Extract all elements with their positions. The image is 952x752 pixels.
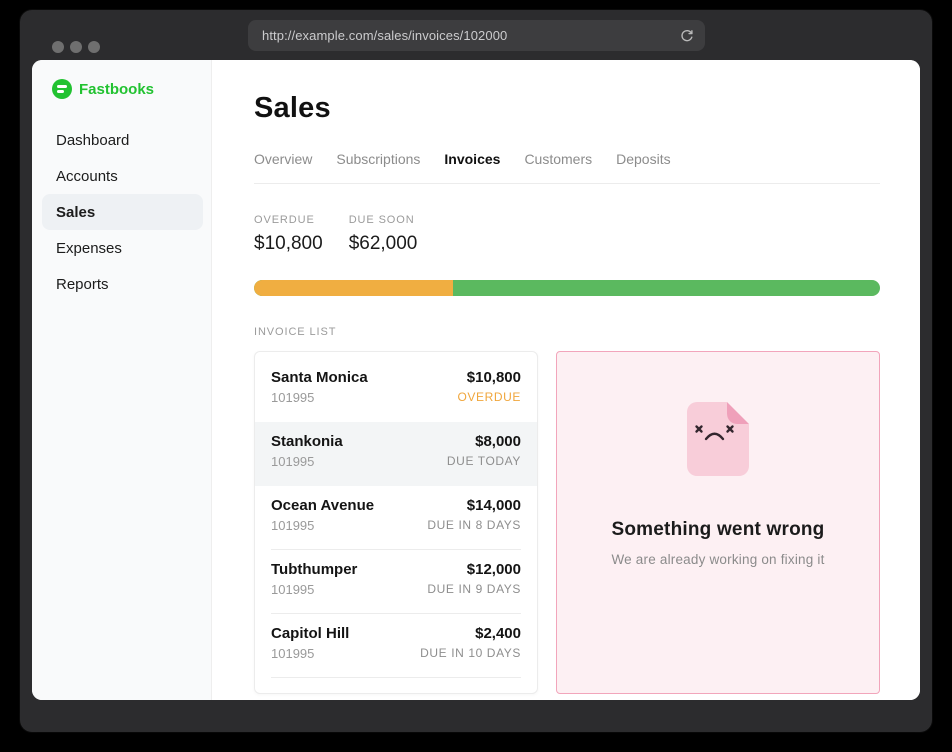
sad-document-icon [687, 402, 749, 476]
invoice-status: DUE IN 9 DAYS [427, 582, 521, 596]
invoice-amount: $10,800 [457, 369, 521, 386]
stat-label: DUE SOON [349, 214, 418, 226]
sidebar-item-accounts[interactable]: Accounts [42, 158, 203, 194]
invoice-number: 101995 [271, 518, 374, 533]
tab-bar: Overview Subscriptions Invoices Customer… [254, 151, 880, 184]
sidebar-item-label: Dashboard [56, 132, 129, 149]
reload-icon[interactable] [679, 28, 695, 44]
app-panel: Fastbooks Dashboard Accounts Sales Expen… [32, 60, 920, 700]
error-subtitle: We are already working on fixing it [557, 552, 879, 567]
url-text[interactable]: http://example.com/sales/invoices/102000 [262, 28, 679, 43]
invoice-row[interactable]: Santa Monica 101995 $10,800 OVERDUE [255, 358, 537, 422]
stat-due-soon: DUE SOON $62,000 [349, 214, 418, 255]
invoice-list-label: INVOICE LIST [254, 326, 880, 338]
url-bar[interactable]: http://example.com/sales/invoices/102000 [248, 20, 705, 51]
sidebar-item-label: Expenses [56, 240, 122, 257]
tab-overview[interactable]: Overview [254, 151, 312, 167]
stat-label: OVERDUE [254, 214, 323, 226]
invoice-amount: $14,000 [427, 497, 521, 514]
invoice-name: Stankonia [271, 433, 343, 450]
invoice-list: Santa Monica 101995 $10,800 OVERDUE Stan… [254, 351, 538, 694]
sidebar-item-label: Accounts [56, 168, 118, 185]
brand: Fastbooks [32, 78, 211, 100]
invoice-status: DUE IN 8 DAYS [427, 518, 521, 532]
sidebar-item-reports[interactable]: Reports [42, 266, 203, 302]
invoice-number: 101995 [271, 454, 343, 469]
tab-customers[interactable]: Customers [524, 151, 592, 167]
tab-subscriptions[interactable]: Subscriptions [336, 151, 420, 167]
invoice-number: 101995 [271, 646, 349, 661]
due-progress-bar [254, 280, 880, 296]
invoice-row[interactable]: Stankonia 101995 $8,000 DUE TODAY [255, 422, 537, 486]
invoice-row[interactable]: Ocean Avenue 101995 $14,000 DUE IN 8 DAY… [255, 486, 537, 550]
error-panel: Something went wrong We are already work… [556, 351, 880, 694]
window-control-close[interactable] [52, 41, 64, 53]
sidebar: Fastbooks Dashboard Accounts Sales Expen… [32, 60, 212, 700]
page-title: Sales [254, 92, 880, 125]
invoice-right: $2,400 DUE IN 10 DAYS [420, 625, 521, 678]
window-control-zoom[interactable] [88, 41, 100, 53]
invoice-left: Tubthumper 101995 [271, 561, 357, 614]
sidebar-item-dashboard[interactable]: Dashboard [42, 122, 203, 158]
invoice-amount: $8,000 [447, 433, 521, 450]
stats-row: OVERDUE $10,800 DUE SOON $62,000 [254, 214, 880, 255]
window-controls [52, 41, 100, 53]
invoice-left: Ocean Avenue 101995 [271, 497, 374, 550]
invoice-name: Santa Monica [271, 369, 368, 386]
sidebar-item-sales[interactable]: Sales [42, 194, 203, 230]
invoice-name: Ocean Avenue [271, 497, 374, 514]
invoice-left: Stankonia 101995 [271, 433, 343, 486]
browser-titlebar: http://example.com/sales/invoices/102000 [20, 10, 932, 60]
sidebar-item-expenses[interactable]: Expenses [42, 230, 203, 266]
invoice-status: OVERDUE [457, 390, 521, 404]
progress-overdue-segment [254, 280, 453, 296]
invoice-row[interactable]: Tubthumper 101995 $12,000 DUE IN 9 DAYS [255, 550, 537, 614]
invoice-status: DUE TODAY [447, 454, 521, 468]
sidebar-item-label: Sales [56, 204, 95, 221]
invoice-number: 101995 [271, 582, 357, 597]
tab-deposits[interactable]: Deposits [616, 151, 670, 167]
sidebar-nav: Dashboard Accounts Sales Expenses Report… [32, 122, 211, 302]
sidebar-item-label: Reports [56, 276, 109, 293]
invoice-amount: $12,000 [427, 561, 521, 578]
tab-invoices[interactable]: Invoices [444, 151, 500, 167]
stat-value: $10,800 [254, 233, 323, 255]
invoice-number: 101995 [271, 390, 368, 405]
brand-name: Fastbooks [79, 81, 154, 98]
invoice-right: $12,000 DUE IN 9 DAYS [427, 561, 521, 614]
error-title: Something went wrong [557, 519, 879, 541]
stat-overdue: OVERDUE $10,800 [254, 214, 323, 255]
invoice-right: $14,000 DUE IN 8 DAYS [427, 497, 521, 550]
content-row: Santa Monica 101995 $10,800 OVERDUE Stan… [254, 351, 880, 694]
invoice-name: Tubthumper [271, 561, 357, 578]
main-content: Sales Overview Subscriptions Invoices Cu… [212, 60, 920, 700]
invoice-left: Capitol Hill 101995 [271, 625, 349, 678]
stat-value: $62,000 [349, 233, 418, 255]
invoice-status: DUE IN 10 DAYS [420, 646, 521, 660]
invoice-amount: $2,400 [420, 625, 521, 642]
invoice-left: Santa Monica 101995 [271, 369, 368, 422]
invoice-row[interactable]: Capitol Hill 101995 $2,400 DUE IN 10 DAY… [255, 614, 537, 678]
invoice-right: $8,000 DUE TODAY [447, 433, 521, 486]
invoice-right: $10,800 OVERDUE [457, 369, 521, 422]
window-control-minimize[interactable] [70, 41, 82, 53]
invoice-name: Capitol Hill [271, 625, 349, 642]
browser-window: http://example.com/sales/invoices/102000… [20, 10, 932, 732]
fastbooks-logo-icon [52, 79, 72, 99]
